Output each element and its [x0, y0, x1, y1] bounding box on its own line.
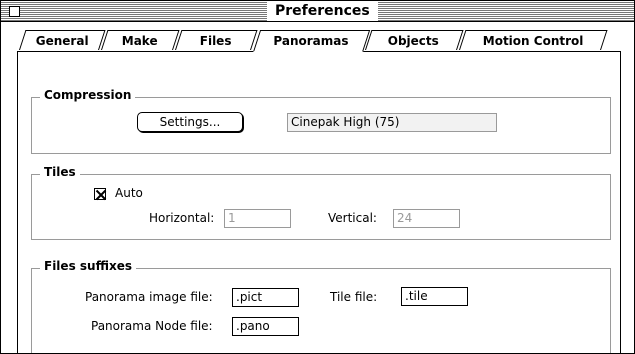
- tab-files[interactable]: Files: [175, 30, 258, 50]
- tab-panoramas[interactable]: Panoramas: [253, 30, 371, 52]
- tiles-group: Tiles Auto Horizontal: 1 Vertical: 24: [31, 165, 611, 240]
- tab-label-files: Files: [199, 34, 232, 48]
- vertical-label: Vertical:: [328, 211, 377, 225]
- horizontal-label: Horizontal:: [149, 211, 215, 225]
- tile-file-field[interactable]: .tile: [401, 287, 468, 306]
- compression-group-title: Compression: [40, 88, 136, 102]
- tab-label-motion-control: Motion Control: [482, 34, 584, 48]
- tab-make[interactable]: Make: [101, 30, 180, 50]
- tab-label-make: Make: [121, 34, 158, 48]
- tab-label-objects: Objects: [388, 34, 440, 48]
- vertical-field[interactable]: 24: [393, 209, 460, 228]
- panorama-node-field[interactable]: .pano: [232, 317, 299, 336]
- panorama-image-field[interactable]: .pict: [232, 288, 299, 307]
- tab-label-panoramas: Panoramas: [273, 34, 349, 48]
- tab-general[interactable]: General: [19, 30, 106, 50]
- checkmark-x-icon: [95, 189, 107, 201]
- tab-pane-panoramas: Compression Settings... Cinepak High (75…: [17, 51, 621, 353]
- tile-file-label: Tile file:: [330, 290, 378, 304]
- horizontal-field[interactable]: 1: [224, 209, 291, 228]
- window-title: Preferences: [267, 1, 378, 21]
- title-bar[interactable]: Preferences: [1, 1, 634, 22]
- panorama-node-label: Panorama Node file:: [91, 319, 213, 333]
- settings-button[interactable]: Settings...: [137, 112, 243, 132]
- close-box-icon[interactable]: [9, 6, 20, 17]
- tab-motion-control[interactable]: Motion Control: [459, 30, 608, 50]
- auto-label: Auto: [115, 186, 143, 200]
- tab-objects[interactable]: Objects: [365, 30, 464, 50]
- panorama-image-label: Panorama image file:: [85, 290, 213, 304]
- auto-checkbox[interactable]: [94, 188, 107, 201]
- preferences-window: Preferences General Make Files Panoramas…: [0, 0, 635, 354]
- codec-value-field: Cinepak High (75): [287, 113, 497, 132]
- file-suffixes-group-title: Files suffixes: [40, 259, 136, 273]
- tab-label-general: General: [35, 34, 89, 48]
- file-suffixes-group: Files suffixes Panorama image file: .pic…: [31, 259, 611, 353]
- tiles-group-title: Tiles: [40, 165, 80, 179]
- compression-group: Compression Settings... Cinepak High (75…: [31, 88, 611, 154]
